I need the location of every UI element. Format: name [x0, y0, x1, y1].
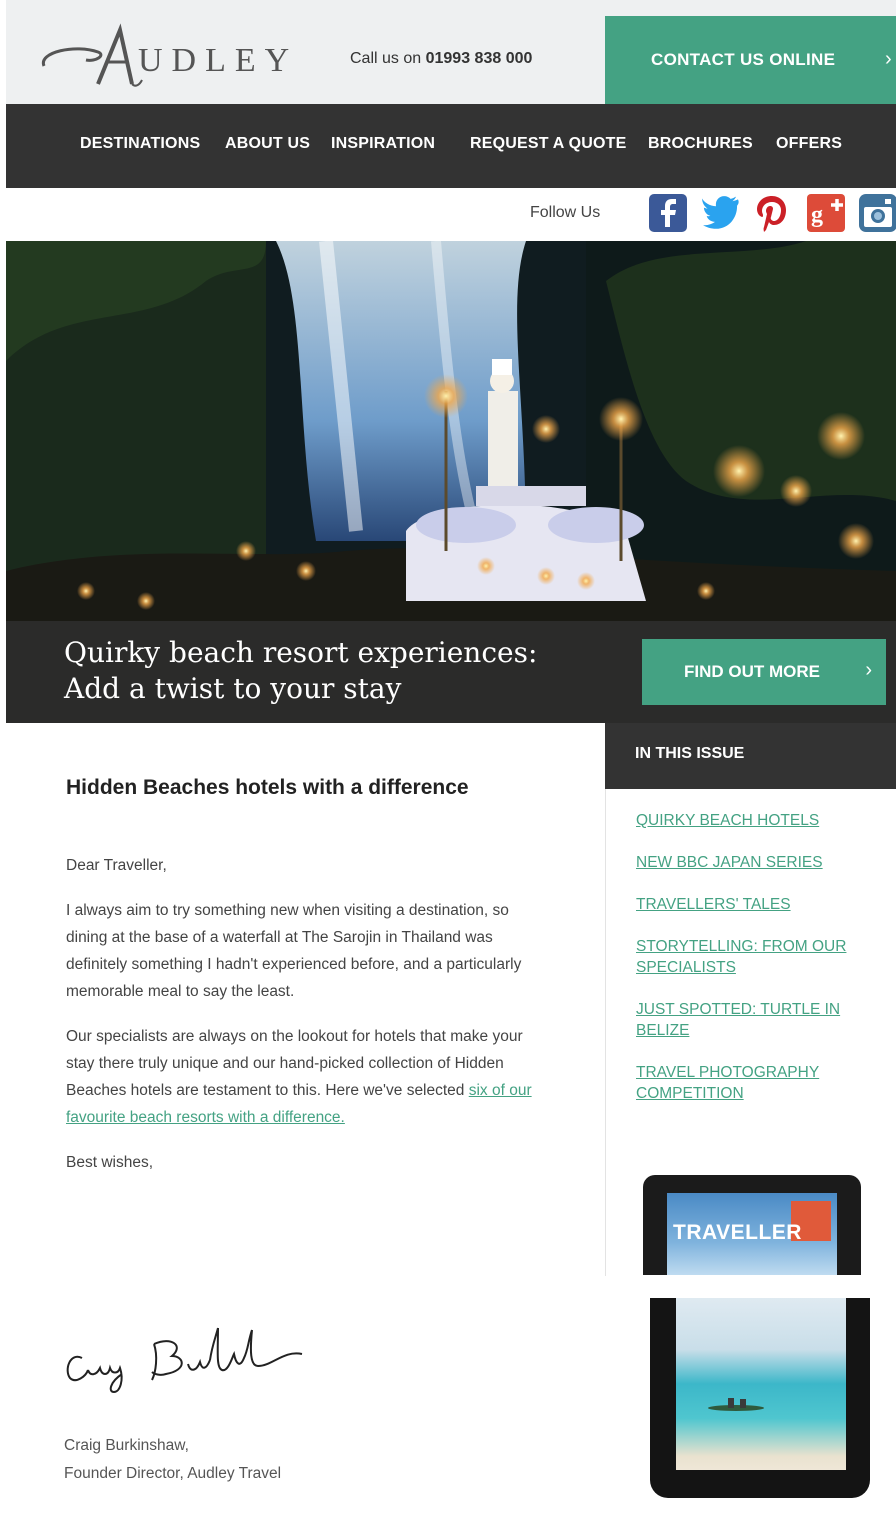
closing: Best wishes,	[66, 1154, 154, 1171]
article-body: Hidden Beaches hotels with a difference …	[66, 776, 546, 1194]
greeting: Dear Traveller,	[66, 857, 167, 874]
in-this-issue-list: QUIRKY BEACH HOTELS NEW BBC JAPAN SERIES…	[636, 810, 886, 1125]
nav-item-request-a-quote[interactable]: REQUEST A QUOTE	[470, 135, 627, 153]
main-nav: DESTINATIONS ABOUT US INSPIRATION REQUES…	[6, 104, 896, 188]
instagram-icon[interactable]	[858, 193, 896, 233]
issue-link-travellers-tales[interactable]: TRAVELLERS' TALES	[636, 894, 886, 915]
contact-button-label: CONTACT US ONLINE	[651, 50, 836, 69]
phone-line: Call us on 01993 838 000	[350, 50, 532, 68]
twitter-icon[interactable]	[701, 193, 741, 233]
find-out-more-button[interactable]: FIND OUT MORE ›	[642, 639, 886, 705]
section-gap	[0, 1276, 896, 1296]
hero-title-line-1: Quirky beach resort experiences:	[64, 636, 538, 669]
issue-link-quirky-beach-hotels[interactable]: QUIRKY BEACH HOTELS	[636, 810, 886, 831]
issue-link-turtle-belize[interactable]: JUST SPOTTED: TURTLE IN BELIZE	[636, 999, 886, 1041]
contact-us-online-button[interactable]: CONTACT US ONLINE ›	[605, 16, 896, 104]
hero-title-line-2: Add a twist to your stay	[64, 672, 402, 705]
magazine-tablet-bottom[interactable]	[650, 1298, 870, 1498]
issue-link-bbc-japan-series[interactable]: NEW BBC JAPAN SERIES	[636, 852, 886, 873]
issue-link-storytelling[interactable]: STORYTELLING: FROM OUR SPECIALISTS	[636, 936, 886, 978]
paragraph-2-text: Our specialists are always on the lookou…	[66, 1028, 523, 1099]
hero-banner[interactable]: Quirky beach resort experiences: Add a t…	[6, 241, 896, 723]
article-headline: Hidden Beaches hotels with a difference	[66, 776, 469, 799]
paragraph-2: Our specialists are always on the lookou…	[66, 1023, 546, 1131]
chevron-right-icon: ›	[885, 48, 892, 70]
find-out-more-label: FIND OUT MORE	[684, 662, 820, 681]
signature	[62, 1310, 307, 1400]
phone-number[interactable]: 01993 838 000	[426, 50, 533, 67]
facebook-icon[interactable]	[648, 193, 688, 233]
signer-block: Craig Burkinshaw, Founder Director, Audl…	[64, 1432, 281, 1488]
hero-title: Quirky beach resort experiences: Add a t…	[64, 635, 537, 707]
magazine-tablet-top[interactable]: TRAVELLER	[643, 1175, 861, 1275]
logo-flourish-a	[42, 23, 143, 87]
nav-item-about-us[interactable]: ABOUT US	[225, 135, 310, 153]
magazine-beach-scene	[676, 1298, 846, 1470]
nav-item-inspiration[interactable]: INSPIRATION	[331, 135, 435, 153]
magazine-title: TRAVELLER	[673, 1221, 802, 1244]
audley-logo[interactable]: UDLEY	[36, 22, 296, 92]
nav-item-offers[interactable]: OFFERS	[776, 135, 842, 153]
svg-text:g: g	[811, 202, 823, 228]
signer-name: Craig Burkinshaw,	[64, 1437, 189, 1454]
paragraph-1: I always aim to try something new when v…	[66, 902, 522, 1000]
sidebar-divider	[605, 723, 606, 1278]
issue-link-photography-competition[interactable]: TRAVEL PHOTOGRAPHY COMPETITION	[636, 1062, 886, 1104]
follow-us-label: Follow Us	[530, 204, 601, 221]
chevron-right-icon: ›	[865, 659, 872, 681]
phone-prefix: Call us on	[350, 50, 422, 67]
nav-item-destinations[interactable]: DESTINATIONS	[80, 135, 200, 153]
google-plus-icon[interactable]: g	[806, 193, 846, 233]
pinterest-icon[interactable]	[752, 193, 792, 233]
signer-title: Founder Director, Audley Travel	[64, 1465, 282, 1482]
nav-item-brochures[interactable]: BROCHURES	[648, 135, 753, 153]
handwritten-signature	[66, 1327, 303, 1394]
kayak-illustration	[708, 1398, 764, 1411]
logo-wordmark: UDLEY	[138, 42, 299, 79]
in-this-issue-heading: IN THIS ISSUE	[605, 723, 896, 789]
